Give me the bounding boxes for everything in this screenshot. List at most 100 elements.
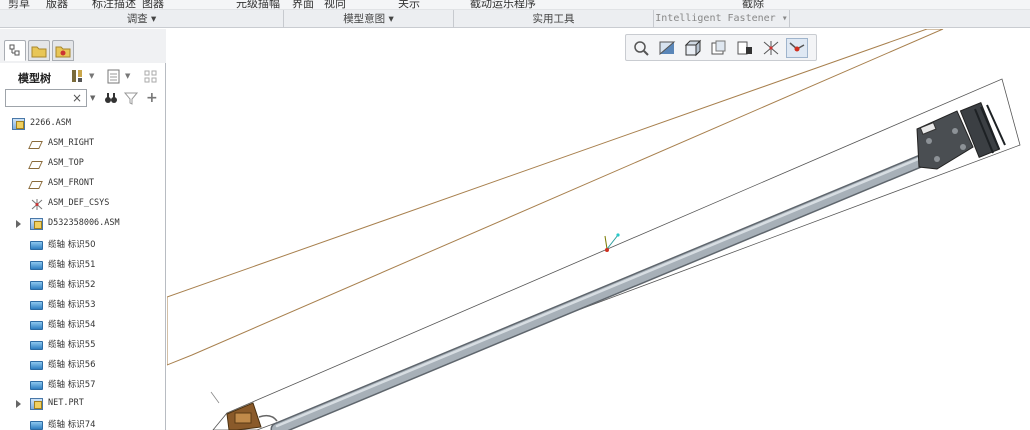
bounding-box-outline [212,78,1021,430]
graphics-window[interactable] [167,29,1030,430]
tree-item[interactable]: ASM_DEF_CSYS [0,195,166,215]
show-icon[interactable] [106,68,122,85]
datum-plane-icon [28,141,43,149]
tree-item[interactable]: 缆轴 标识52 [0,275,166,295]
saved-orientations-icon[interactable] [656,38,678,58]
find-binoculars-icon[interactable] [104,90,118,106]
cable-axis-icon [30,361,43,370]
cable-axis-icon [30,381,43,390]
datum-plane-icon [28,181,43,189]
tree-item[interactable]: ASM_FRONT [0,175,166,195]
refit-icon[interactable] [630,38,652,58]
model-tree-icon [9,44,20,56]
group-label: 调查 [126,13,148,25]
assembly-icon [30,218,43,230]
tree-item[interactable]: ASM_RIGHT [0,135,166,155]
ribbon-group-bar: 调查 ▾ 模型意图 ▾ 实用工具 Intelligent Fastener ▾ [0,10,1030,28]
tree-item[interactable]: 缆轴 标识54 [0,315,166,335]
tree-item-label: 缆轴 标识55 [48,340,96,350]
tree-item[interactable]: 缆轴 标识56 [0,355,166,375]
tree-item[interactable]: 缆轴 标识51 [0,255,166,275]
tree-settings-icon[interactable] [70,68,86,85]
tab-folder-browser[interactable] [28,40,50,61]
tree-item-label: 缆轴 标识74 [48,420,96,430]
cable-axis-icon [30,341,43,350]
datum-display-icon[interactable] [760,38,782,58]
group-label: Intelligent Fastener [655,13,776,24]
ribbon-cmd[interactable]: 截动运乐程序 [470,0,536,9]
ribbon-cmd[interactable]: 截除 [742,0,764,9]
cable-axis-icon [30,281,43,290]
tree-item-label: 2266.ASM [30,118,71,128]
ribbon-cmd[interactable]: 界面 [292,0,314,9]
tree-item[interactable]: 缆轴 标识55 [0,335,166,355]
tree-item[interactable]: 缆轴 标识53 [0,295,166,315]
ribbon-group-intelligent-fastener[interactable]: Intelligent Fastener ▾ [654,10,790,28]
tab-favorites[interactable] [52,40,74,61]
filter-icon[interactable] [123,90,139,106]
ribbon-group-model-intent[interactable]: 模型意图 ▾ [284,10,454,28]
tree-item-label: 缆轴 标识51 [48,260,96,270]
ribbon-cmd[interactable]: 版器 [46,0,68,9]
tree-item[interactable]: 2266.ASM [0,115,166,135]
ribbon-cmd[interactable]: 元级描幅 [236,0,280,9]
ribbon-group-utilities[interactable]: 实用工具 [454,10,654,28]
tree-item[interactable]: D532358006.ASM [0,215,166,235]
tree-item[interactable]: NET.PRT [0,395,166,415]
model-view[interactable] [167,29,1030,430]
csys-marker[interactable] [604,233,620,252]
tree-item-label: 缆轴 标识53 [48,300,96,310]
ribbon-group-investigate[interactable]: 调查 ▾ [0,10,284,28]
group-label: 模型意图 [343,13,386,25]
chevron-down-icon[interactable]: ▼ [125,68,141,85]
tree-item[interactable]: 缆轴 标识74 [0,415,166,430]
add-icon[interactable]: + [146,90,158,106]
view-toolbar [625,34,817,61]
tree-item-label: ASM_RIGHT [48,138,95,148]
appearance-icon[interactable] [734,38,756,58]
connector-left[interactable] [210,391,278,430]
csys-icon [30,198,43,210]
tree-filter-grid-icon[interactable] [143,68,159,85]
tree-item-label: ASM_FRONT [48,178,95,188]
panel-title: 模型树 [18,72,51,85]
part-icon [30,398,43,410]
tree-item[interactable]: 缆轴 标识50 [0,235,166,255]
tree-item[interactable]: ASM_TOP [0,155,166,175]
tab-model-tree[interactable] [4,40,26,61]
expand-arrow-icon[interactable] [16,400,21,408]
tree-item-label: 缆轴 标识50 [48,240,96,250]
cable-axis-icon [30,301,43,310]
ribbon-commands: 剪草 版器 标注描述 图器 元级描幅 界面 视向 关示 截动运乐程序 截除 [0,0,1030,10]
cable-axis-icon [30,421,43,430]
tree-item[interactable]: 缆轴 标识57 [0,375,166,395]
tree-item-label: 缆轴 标识57 [48,380,96,390]
display-style-icon[interactable] [682,38,704,58]
folder-icon [31,46,47,58]
tree-toolbar: 模型树 ▼ ▼ [0,65,166,89]
favorites-icon [55,46,71,58]
tree-item-label: NET.PRT [48,398,84,408]
chevron-down-icon[interactable]: ▼ [89,68,105,85]
connector-right[interactable] [916,102,1006,170]
ribbon-cmd[interactable]: 视向 [324,0,346,9]
navigator-tabs [0,29,166,63]
ribbon-cmd[interactable]: 关示 [398,0,420,9]
ribbon-cmd[interactable]: 剪草 [8,0,30,9]
ribbon-cmd[interactable]: 图器 [142,0,164,9]
tree-item-label: ASM_TOP [48,158,84,168]
assembly-icon [12,118,25,130]
view-manager-icon[interactable] [708,38,730,58]
cable-harness[interactable] [270,148,942,430]
spin-center-icon[interactable] [786,38,808,58]
tree-item-label: 缆轴 标识52 [48,280,96,290]
cable-axis-icon [30,241,43,250]
expand-arrow-icon[interactable] [16,220,21,228]
clear-icon[interactable]: × [72,90,82,106]
tree-item-label: 缆轴 标识54 [48,320,96,330]
chevron-down-icon[interactable]: ▼ [90,90,95,106]
ribbon-cmd[interactable]: 标注描述 [92,0,136,9]
cable-axis-icon [30,321,43,330]
tree-item-label: ASM_DEF_CSYS [48,198,110,208]
navigator-panel: 模型树 ▼ ▼ × ▼ + 2266.ASM ASM_RIGHT ASM_TOP AS… [0,29,166,430]
